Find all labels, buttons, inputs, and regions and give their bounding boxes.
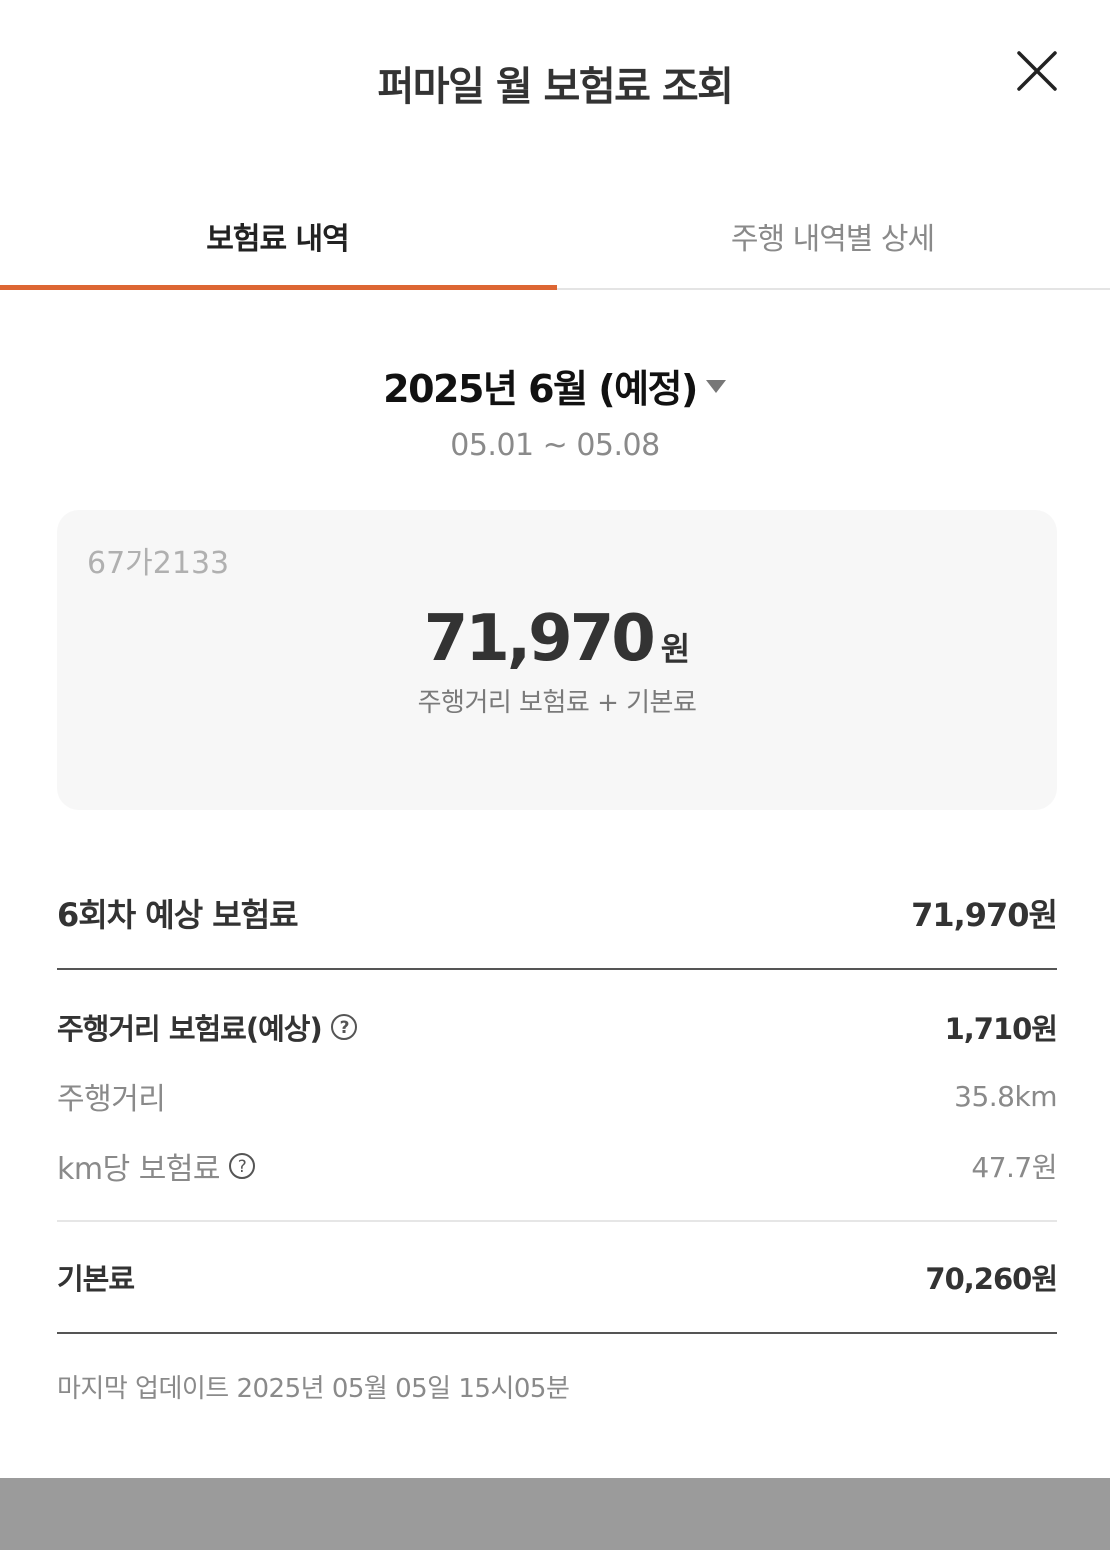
close-icon xyxy=(1017,51,1057,91)
base-fee-value: 70,260원 xyxy=(925,1262,1058,1296)
close-button[interactable] xyxy=(1010,44,1064,98)
bottom-bar xyxy=(0,1478,1110,1550)
vehicle-plate: 67가2133 xyxy=(87,546,230,581)
total-amount: 71,970 원 xyxy=(57,602,1057,676)
distance-row: 주행거리 35.8km xyxy=(57,1074,1057,1118)
svg-text:?: ? xyxy=(238,1157,247,1177)
per-km-value: 47.7원 xyxy=(971,1151,1057,1184)
period-range: 05.01 ~ 05.08 xyxy=(450,428,660,463)
per-km-label: km당 보험료 xyxy=(57,1152,221,1187)
tab-bar: 보험료 내역 주행 내역별 상세 xyxy=(0,196,1110,290)
svg-text:?: ? xyxy=(339,1018,348,1038)
premium-summary-card: 67가2133 71,970 원 주행거리 보험료 + 기본료 xyxy=(57,510,1057,810)
distance-value: 35.8km xyxy=(954,1079,1057,1113)
page-title: 퍼마일 월 보험료 조회 xyxy=(377,64,734,110)
divider xyxy=(57,1220,1057,1222)
period-label: 2025년 6월 (예정) xyxy=(383,367,698,411)
premium-lookup-page: 퍼마일 월 보험료 조회 보험료 내역 주행 내역별 상세 2025년 6월 (… xyxy=(0,0,1110,1550)
help-icon[interactable]: ? xyxy=(330,1013,358,1041)
distance-premium-label: 주행거리 보험료(예상) xyxy=(57,1012,323,1046)
active-tab-indicator xyxy=(0,285,557,290)
tab-premium-history[interactable]: 보험료 내역 xyxy=(0,196,555,288)
estimated-premium-label: 6회차 예상 보험료 xyxy=(57,896,299,934)
total-amount-value: 71,970 xyxy=(423,602,656,676)
amount-description: 주행거리 보험료 + 기본료 xyxy=(417,688,697,718)
base-fee-row: 기본료 70,260원 xyxy=(57,1256,1058,1298)
help-icon[interactable]: ? xyxy=(228,1152,256,1180)
base-fee-label: 기본료 xyxy=(57,1262,135,1296)
distance-label: 주행거리 xyxy=(57,1082,166,1117)
caret-down-icon xyxy=(705,379,726,393)
per-km-row: km당 보험료 ? 47.7원 xyxy=(57,1144,1057,1188)
estimated-premium-row: 6회차 예상 보험료 71,970원 xyxy=(57,890,1058,936)
distance-premium-label-group: 주행거리 보험료(예상) ? xyxy=(57,1006,358,1048)
period-selector[interactable]: 2025년 6월 (예정) xyxy=(0,358,1110,413)
distance-premium-value: 1,710원 xyxy=(944,1012,1058,1046)
divider xyxy=(57,968,1057,970)
divider xyxy=(57,1332,1057,1334)
distance-premium-row: 주행거리 보험료(예상) ? 1,710원 xyxy=(57,1006,1058,1048)
total-amount-unit: 원 xyxy=(660,630,691,668)
tab-driving-details[interactable]: 주행 내역별 상세 xyxy=(555,196,1110,288)
per-km-label-group: km당 보험료 ? xyxy=(57,1144,256,1188)
estimated-premium-value: 71,970원 xyxy=(911,896,1058,934)
last-updated: 마지막 업데이트 2025년 05월 05일 15시05분 xyxy=(57,1374,570,1404)
